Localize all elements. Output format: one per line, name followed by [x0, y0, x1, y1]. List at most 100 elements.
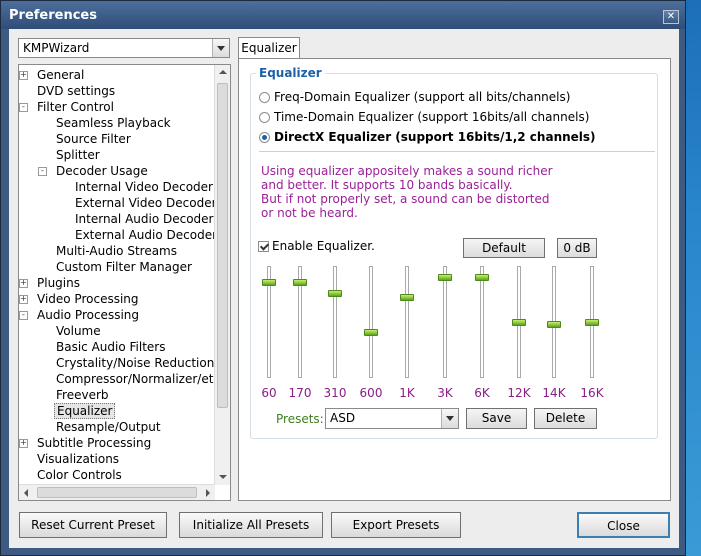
scroll-thumb[interactable] — [217, 83, 228, 408]
delete-button[interactable]: Delete — [534, 408, 597, 429]
scroll-left-icon[interactable] — [19, 485, 34, 500]
radio-circle[interactable] — [259, 132, 270, 143]
zero-db-button[interactable]: 0 dB — [557, 238, 597, 258]
profile-combobox[interactable]: KMPWizard — [18, 38, 230, 58]
tree-item[interactable]: Visualizations — [35, 451, 121, 467]
tree-item[interactable]: Resample/Output — [54, 419, 163, 435]
radio-circle[interactable] — [259, 92, 270, 103]
tree-item[interactable]: Internal Video Decoder — [73, 179, 215, 195]
slider-track[interactable] — [369, 266, 373, 378]
collapse-icon[interactable]: - — [19, 103, 28, 112]
tree-horizontal-scrollbar[interactable] — [19, 484, 215, 500]
default-button[interactable]: Default — [463, 238, 545, 258]
export-presets-button[interactable]: Export Presets — [331, 512, 461, 538]
slider-knob[interactable] — [547, 321, 561, 328]
eq-band-slider[interactable] — [262, 266, 276, 378]
tree-item[interactable]: - Decoder Usage — [38, 163, 150, 179]
initialize-all-presets-button[interactable]: Initialize All Presets — [179, 512, 323, 538]
dialog-client: KMPWizard + General DVD settings - Filter Co… — [9, 29, 679, 548]
settings-tree[interactable]: + General DVD settings - Filter Control Seaml… — [18, 64, 231, 501]
slider-knob[interactable] — [400, 294, 414, 301]
tree-item[interactable]: + Subtitle Processing — [19, 435, 153, 451]
scroll-thumb-horizontal[interactable] — [37, 487, 197, 498]
tab-equalizer[interactable]: Equalizer — [238, 37, 300, 59]
checkbox-box[interactable] — [258, 241, 269, 252]
eq-band-label: 12K — [507, 386, 531, 400]
tree-item[interactable]: - Filter Control — [19, 99, 116, 115]
slider-track[interactable] — [443, 266, 447, 378]
eq-band-slider[interactable] — [585, 266, 599, 378]
eq-band-slider[interactable] — [293, 266, 307, 378]
radio-directx[interactable]: DirectX Equalizer (support 16bits/1,2 ch… — [259, 129, 596, 145]
eq-band-slider[interactable] — [400, 266, 414, 378]
scroll-up-icon[interactable] — [215, 65, 230, 80]
tree-item[interactable]: Splitter — [54, 147, 102, 163]
slider-knob[interactable] — [438, 274, 452, 281]
tree-item[interactable]: - Audio Processing — [19, 307, 141, 323]
tree-item[interactable]: Basic Audio Filters — [54, 339, 167, 355]
tree-item[interactable]: + Video Processing — [19, 291, 141, 307]
tree-item[interactable]: Multi-Audio Streams — [54, 243, 179, 259]
tree-item[interactable]: Internal Audio Decoder — [73, 211, 215, 227]
tree-item[interactable]: + Plugins — [19, 275, 82, 291]
tree-item[interactable]: Color Controls — [35, 467, 124, 483]
slider-knob[interactable] — [328, 290, 342, 297]
tree-item-label: Plugins — [37, 276, 80, 290]
eq-band-slider[interactable] — [364, 266, 378, 378]
slider-knob[interactable] — [364, 329, 378, 336]
reset-current-preset-button[interactable]: Reset Current Preset — [19, 512, 167, 538]
close-icon[interactable]: ✕ — [663, 10, 679, 24]
collapse-icon[interactable]: - — [38, 167, 47, 176]
radio-freq-domain[interactable]: Freq-Domain Equalizer (support all bits/… — [259, 89, 570, 105]
slider-knob[interactable] — [293, 279, 307, 286]
expand-icon[interactable]: + — [19, 71, 28, 80]
scroll-right-icon[interactable] — [200, 485, 215, 500]
slider-knob[interactable] — [585, 319, 599, 326]
chevron-down-icon[interactable] — [441, 409, 458, 428]
tree-item[interactable]: DVD settings — [35, 83, 117, 99]
tree-item[interactable]: Equalizer — [54, 403, 116, 419]
tree-item[interactable]: External Audio Decoder — [73, 227, 219, 243]
tree-vertical-scrollbar[interactable] — [214, 65, 230, 485]
slider-track[interactable] — [480, 266, 484, 378]
eq-band-slider[interactable] — [328, 266, 342, 378]
expand-icon[interactable]: + — [19, 279, 28, 288]
expand-icon[interactable]: + — [19, 439, 28, 448]
radio-time-domain[interactable]: Time-Domain Equalizer (support 16bits/al… — [259, 109, 589, 125]
save-button[interactable]: Save — [466, 408, 527, 429]
tree-item-label: Source Filter — [56, 132, 131, 146]
eq-band-slider[interactable] — [475, 266, 489, 378]
scroll-down-icon[interactable] — [215, 470, 230, 485]
tree-item-label: Freeverb — [56, 388, 109, 402]
tree-item-label: Internal Video Decoder — [75, 180, 213, 194]
tree-item[interactable]: Seamless Playback — [54, 115, 173, 131]
tree-item-label: Filter Control — [37, 100, 114, 114]
eq-band-slider[interactable] — [547, 266, 561, 378]
tree-item[interactable]: + General — [19, 67, 86, 83]
eq-band-slider[interactable] — [438, 266, 452, 378]
presets-combobox[interactable]: ASD — [325, 408, 459, 429]
collapse-icon[interactable]: - — [19, 311, 28, 320]
tree-item[interactable]: Compressor/Normalizer/etc — [54, 371, 222, 387]
title-bar[interactable]: Preferences ✕ — [1, 1, 685, 29]
profile-combobox-value: KMPWizard — [23, 41, 90, 55]
slider-track[interactable] — [333, 266, 337, 378]
chevron-down-icon[interactable] — [212, 39, 229, 57]
close-button[interactable]: Close — [577, 512, 670, 538]
slider-knob[interactable] — [475, 274, 489, 281]
expand-icon[interactable]: + — [19, 295, 28, 304]
eq-band-slider[interactable] — [512, 266, 526, 378]
tree-item[interactable]: Volume — [54, 323, 103, 339]
tree-item[interactable]: Source Filter — [54, 131, 133, 147]
presets-label: Presets: — [276, 412, 324, 426]
slider-track[interactable] — [405, 266, 409, 378]
slider-knob[interactable] — [262, 279, 276, 286]
tree-item[interactable]: Custom Filter Manager — [54, 259, 194, 275]
tree-item[interactable]: Freeverb — [54, 387, 111, 403]
tree-item[interactable]: Crystality/Noise Reduction — [54, 355, 216, 371]
tree-item[interactable]: External Video Decoder — [73, 195, 219, 211]
tree-item-label: Equalizer — [54, 403, 116, 419]
radio-circle[interactable] — [259, 112, 270, 123]
enable-equalizer-checkbox[interactable]: Enable Equalizer. — [258, 239, 375, 253]
slider-knob[interactable] — [512, 319, 526, 326]
